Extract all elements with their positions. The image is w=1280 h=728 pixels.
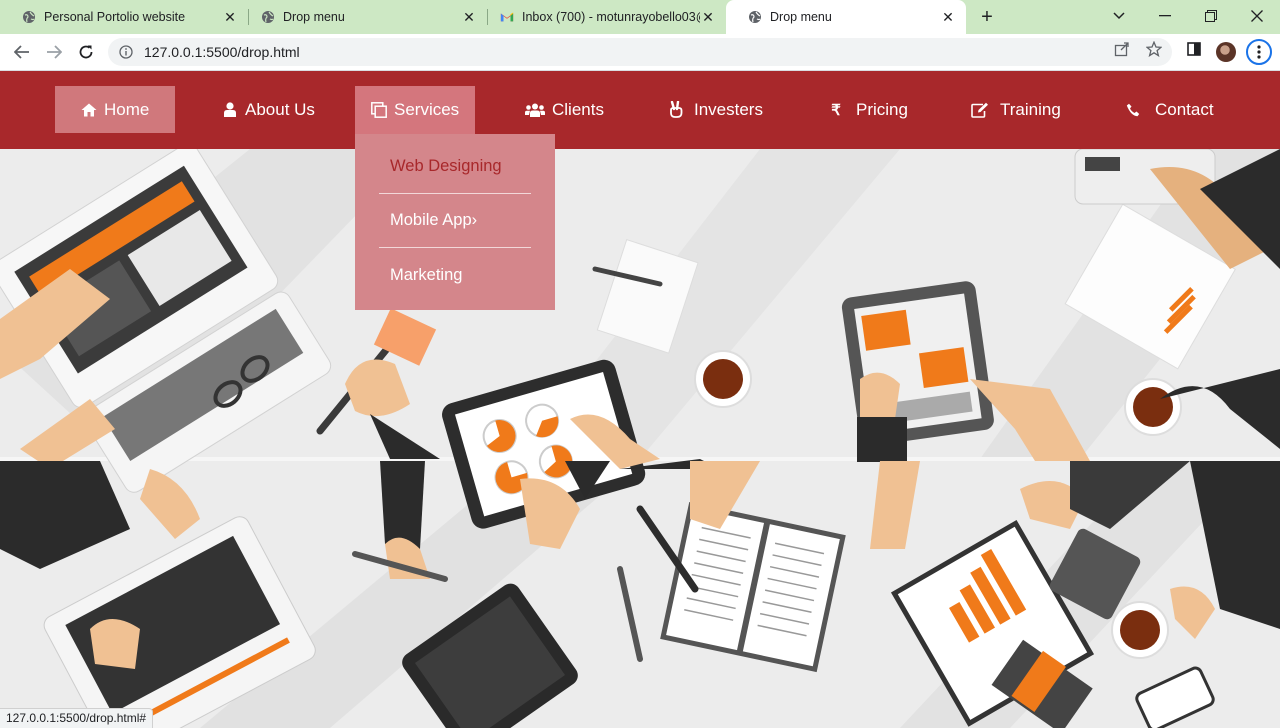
tab-personal-portfolio[interactable]: Personal Portolio website ✕ <box>0 0 248 34</box>
hand-peace-icon <box>668 101 684 118</box>
close-window-button[interactable] <box>1245 4 1269 28</box>
nav-label: About Us <box>245 99 315 119</box>
forward-button[interactable] <box>42 40 66 64</box>
nav-home[interactable]: Home <box>55 86 175 133</box>
nav-label: Contact <box>1155 99 1214 119</box>
edit-icon <box>971 102 989 118</box>
users-icon <box>525 102 545 118</box>
nav-pricing[interactable]: ₹ Pricing <box>828 86 908 133</box>
tab-title: Drop menu <box>283 10 345 24</box>
dropdown-item-label: Marketing <box>390 265 463 284</box>
user-icon <box>222 102 238 118</box>
close-icon[interactable]: ✕ <box>461 9 477 25</box>
rupee-icon: ₹ <box>831 101 841 119</box>
nav-clients[interactable]: Clients <box>525 86 604 133</box>
minimize-button[interactable] <box>1153 4 1177 28</box>
star-icon[interactable] <box>1145 40 1163 58</box>
nav-investers[interactable]: Investers <box>668 86 763 133</box>
avatar[interactable] <box>1216 42 1236 62</box>
close-icon[interactable]: ✕ <box>940 9 956 25</box>
globe-icon <box>261 10 275 24</box>
close-icon[interactable]: ✕ <box>700 9 716 25</box>
back-button[interactable] <box>10 40 34 64</box>
dropdown-item-label: Mobile App <box>390 211 472 229</box>
home-icon <box>81 102 97 118</box>
reload-icon <box>79 45 93 59</box>
page-viewport: Home About Us Services Clients Investers <box>0 71 1280 728</box>
more-vert-icon <box>1257 45 1261 59</box>
close-icon[interactable]: ✕ <box>222 9 238 25</box>
info-icon[interactable] <box>118 44 134 60</box>
clone-icon <box>371 102 387 118</box>
main-navbar: Home About Us Services Clients Investers <box>0 71 1280 149</box>
arrow-right-icon <box>47 45 62 59</box>
tab-title: Personal Portolio website <box>44 10 186 24</box>
nav-label: Training <box>1000 99 1061 119</box>
restore-button[interactable] <box>1199 4 1223 28</box>
address-bar[interactable]: 127.0.0.1:5500/drop.html <box>108 38 1172 66</box>
chevron-down-icon <box>1113 12 1125 20</box>
tab-strip: Personal Portolio website ✕ Drop menu ✕ … <box>0 0 1280 34</box>
tab-search-button[interactable] <box>1107 4 1131 28</box>
browser-toolbar: 127.0.0.1:5500/drop.html <box>0 34 1280 71</box>
nav-label: Clients <box>552 99 604 119</box>
new-tab-button[interactable]: + <box>976 6 998 28</box>
nav-about-us[interactable]: About Us <box>222 86 315 133</box>
hero-illustration <box>0 149 1280 728</box>
tab-drop-menu-active[interactable]: Drop menu ✕ <box>726 0 966 34</box>
arrow-left-icon <box>14 45 29 59</box>
tab-title: Drop menu <box>770 10 832 24</box>
dropdown-item-mobile-app[interactable]: Mobile App › <box>379 194 531 248</box>
dropdown-item-web-designing[interactable]: Web Designing <box>379 140 531 194</box>
dropdown-item-marketing[interactable]: Marketing <box>379 248 531 302</box>
chevron-right-icon: › <box>471 211 478 229</box>
nav-label: Investers <box>694 99 763 119</box>
gmail-icon <box>500 10 514 24</box>
side-panel-icon[interactable] <box>1185 40 1203 58</box>
tab-drop-menu[interactable]: Drop menu ✕ <box>239 0 487 34</box>
tab-title: Inbox (700) - motunrayobello03@ <box>522 10 700 24</box>
phone-icon <box>1125 102 1141 118</box>
nav-label: Pricing <box>856 99 908 119</box>
url-text: 127.0.0.1:5500/drop.html <box>144 44 300 60</box>
browser-menu-button[interactable] <box>1246 39 1272 65</box>
services-dropdown: Web Designing Mobile App › Marketing <box>355 134 555 310</box>
share-icon[interactable] <box>1113 40 1131 58</box>
globe-icon <box>22 10 36 24</box>
nav-training[interactable]: Training <box>971 86 1061 133</box>
nav-label: Home <box>104 99 150 119</box>
status-bar: 127.0.0.1:5500/drop.html# <box>0 708 154 728</box>
reload-button[interactable] <box>74 40 98 64</box>
dropdown-item-label: Web Designing <box>390 157 502 175</box>
nav-services[interactable]: Services <box>355 86 475 134</box>
tab-gmail-inbox[interactable]: Inbox (700) - motunrayobello03@ ✕ <box>478 0 726 34</box>
globe-icon <box>748 10 762 24</box>
nav-label: Services <box>394 100 460 119</box>
nav-contact[interactable]: Contact <box>1125 86 1214 133</box>
